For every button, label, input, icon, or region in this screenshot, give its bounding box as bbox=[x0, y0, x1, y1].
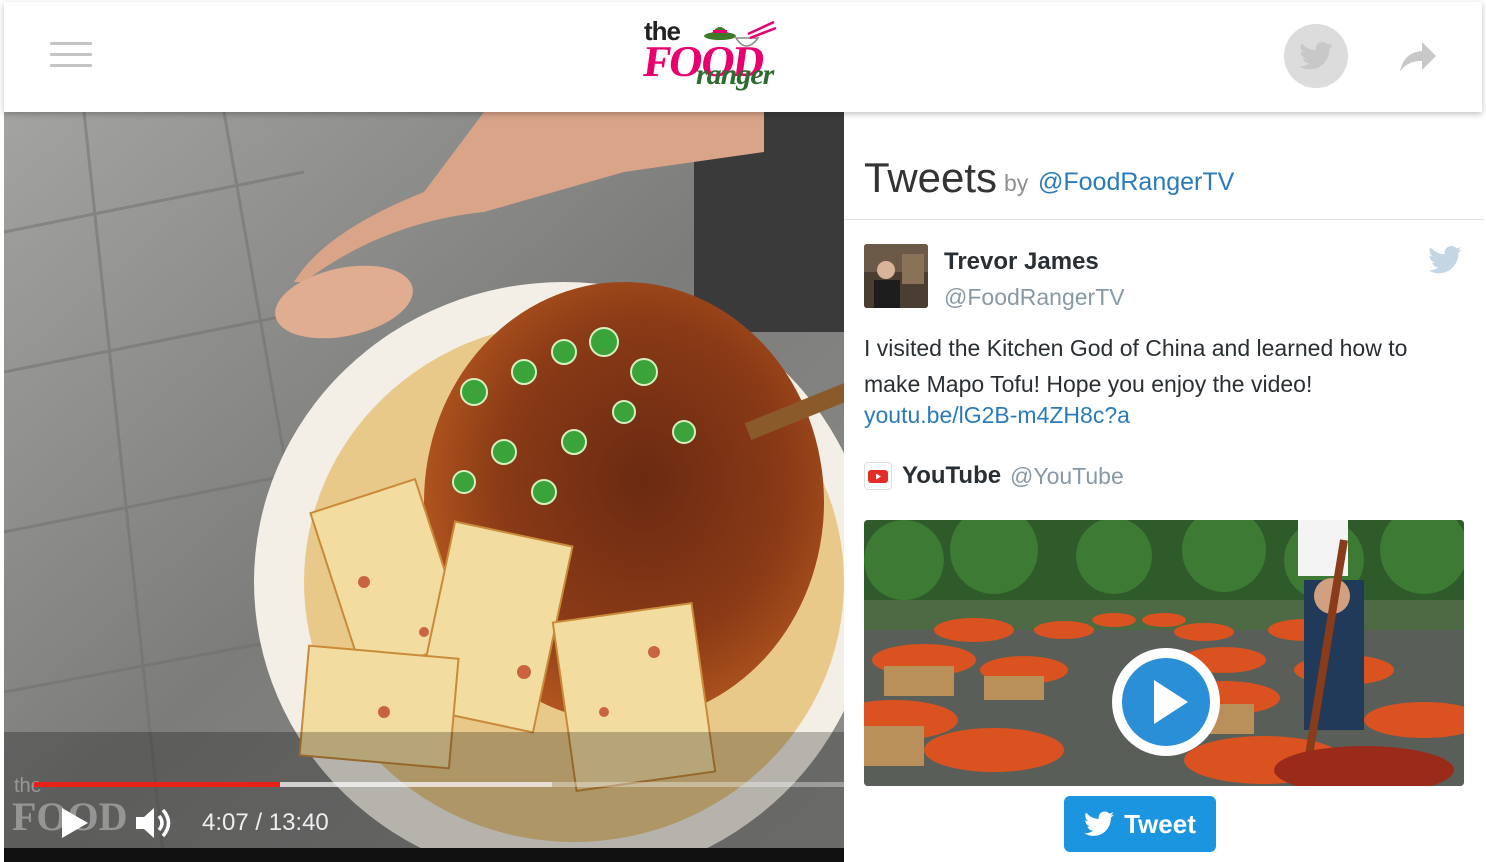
food-ranger-logo[interactable]: the FOOD ranger bbox=[638, 14, 798, 100]
twitter-bird-icon bbox=[1084, 811, 1115, 836]
tweet-author-name[interactable]: Trevor James bbox=[944, 248, 1099, 276]
progress-played bbox=[34, 782, 281, 787]
play-video-icon[interactable] bbox=[1110, 646, 1222, 758]
tweet-link[interactable]: youtu.be/lG2B-m4ZH8c?a bbox=[864, 402, 1130, 429]
video-player[interactable]: the FOOD 4:07 / 13:40 bbox=[4, 112, 844, 862]
share-arrow-icon[interactable] bbox=[1398, 40, 1438, 74]
hamburger-menu-icon[interactable] bbox=[50, 42, 92, 70]
avatar-photo bbox=[864, 244, 928, 308]
tweet-text: I visited the Kitchen God of China and l… bbox=[864, 335, 1408, 397]
tweets-panel-header: Tweets by @FoodRangerTV bbox=[844, 112, 1484, 220]
youtube-icon[interactable] bbox=[864, 462, 892, 490]
video-progress-bar[interactable] bbox=[34, 782, 844, 787]
tweet-button[interactable]: Tweet bbox=[1064, 796, 1216, 852]
tweets-title: Tweets bbox=[864, 154, 998, 201]
card-source-handle[interactable]: @YouTube bbox=[1010, 463, 1124, 490]
card-source-name[interactable]: YouTube bbox=[902, 462, 1001, 490]
logo-text-ranger: ranger bbox=[696, 58, 774, 91]
avatar[interactable] bbox=[864, 244, 928, 308]
video-frame-noodles bbox=[4, 112, 844, 862]
site-header: the FOOD ranger bbox=[4, 2, 1482, 112]
tweets-by-label: by bbox=[1004, 170, 1029, 196]
twitter-button[interactable] bbox=[1284, 24, 1348, 88]
video-time-display: 4:07 / 13:40 bbox=[202, 809, 329, 836]
twitter-bird-icon bbox=[1299, 42, 1333, 70]
play-icon[interactable] bbox=[60, 806, 90, 840]
tweet-button-label: Tweet bbox=[1124, 808, 1196, 839]
tweets-account-link[interactable]: @FoodRangerTV bbox=[1038, 168, 1234, 197]
tweet-author-handle[interactable]: @FoodRangerTV bbox=[944, 284, 1125, 311]
video-card-thumbnail[interactable] bbox=[864, 520, 1464, 786]
video-bottom-bar bbox=[4, 848, 844, 862]
youtube-logo-icon bbox=[868, 470, 888, 483]
twitter-bird-icon[interactable] bbox=[1428, 246, 1462, 274]
volume-icon[interactable] bbox=[134, 804, 174, 842]
tweets-panel: Tweets by @FoodRangerTV Trevor James @Fo… bbox=[844, 112, 1484, 862]
